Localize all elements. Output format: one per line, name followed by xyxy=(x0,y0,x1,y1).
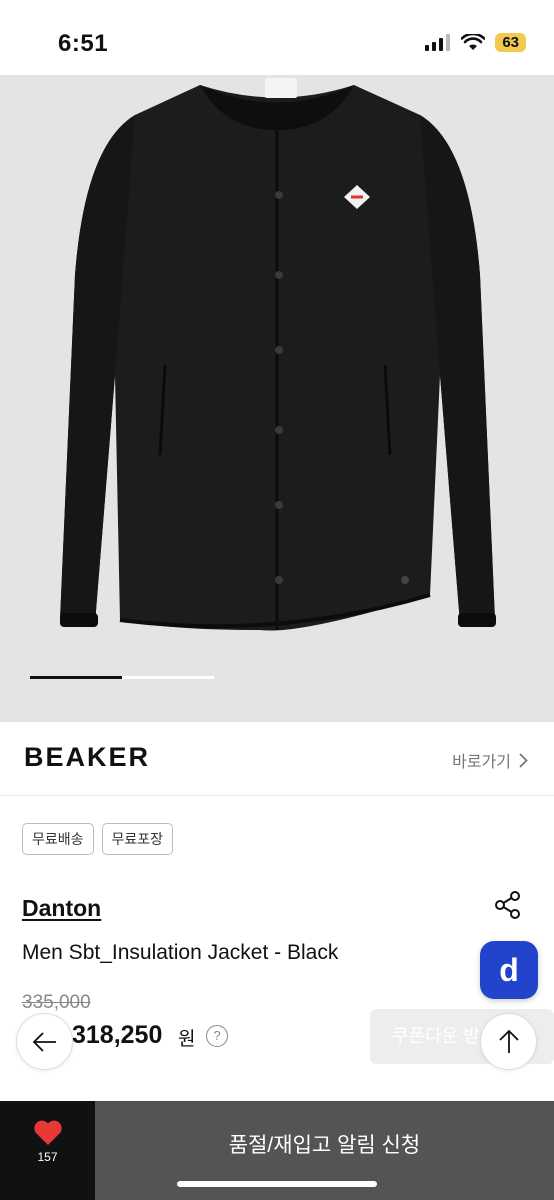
product-image[interactable] xyxy=(0,75,554,722)
d-floating-button[interactable]: d xyxy=(480,941,538,999)
store-link-label: 바로가기 xyxy=(452,754,511,771)
tag-free-shipping: 무료배송 xyxy=(22,823,94,855)
chevron-right-icon xyxy=(519,752,528,768)
help-icon[interactable]: ? xyxy=(206,1025,228,1047)
status-icons: 63 xyxy=(425,33,526,52)
like-button[interactable]: 157 xyxy=(0,1101,95,1200)
store-link[interactable]: 바로가기 xyxy=(452,748,528,772)
wifi-icon xyxy=(461,34,486,50)
benefit-tags: 무료배송 무료포장 xyxy=(22,823,174,855)
store-row[interactable]: BEAKER 바로가기 xyxy=(0,722,554,796)
home-indicator xyxy=(177,1181,377,1187)
heart-icon xyxy=(33,1120,62,1145)
share-button[interactable] xyxy=(493,890,523,920)
sale-price: 318,250 xyxy=(72,1021,163,1049)
price-unit: 원 xyxy=(178,1029,196,1050)
share-icon xyxy=(495,891,520,919)
carousel-indicator-fill xyxy=(30,676,122,679)
product-name: Men Sbt_Insulation Jacket - Black xyxy=(22,941,339,964)
jacket-icon xyxy=(60,78,496,631)
arrow-left-icon xyxy=(32,1031,56,1052)
carousel-indicator xyxy=(30,676,214,679)
brand-link[interactable]: Danton xyxy=(22,895,101,922)
status-bar: 6:51 63 xyxy=(0,0,554,75)
scroll-top-button[interactable] xyxy=(480,1013,537,1070)
tag-free-wrapping: 무료포장 xyxy=(101,823,174,855)
signal-icon xyxy=(425,34,451,51)
battery-badge: 63 xyxy=(495,33,526,52)
like-count: 157 xyxy=(37,1150,58,1164)
back-button[interactable] xyxy=(16,1013,73,1070)
arrow-up-icon xyxy=(498,1029,519,1053)
original-price: 335,000 xyxy=(22,992,91,1013)
store-logo: BEAKER xyxy=(24,742,151,772)
status-time: 6:51 xyxy=(58,30,109,57)
